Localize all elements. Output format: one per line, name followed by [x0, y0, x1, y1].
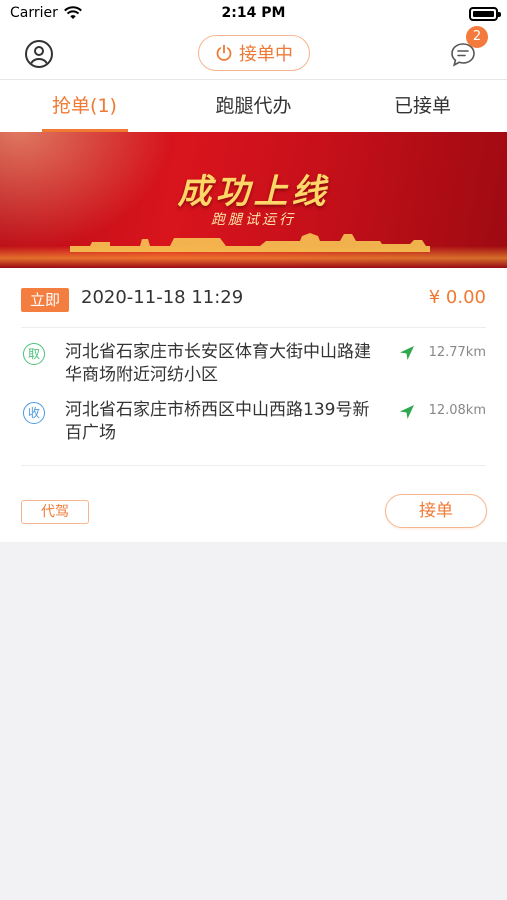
- order-price: ¥ 0.00: [428, 287, 486, 308]
- tab-errands[interactable]: 跑腿代办: [169, 80, 338, 132]
- divider: [21, 327, 486, 328]
- tab-label: 跑腿代办: [215, 95, 292, 117]
- dropoff-distance: 12.08km: [428, 403, 486, 418]
- dropoff-badge: 收: [23, 402, 45, 424]
- banner-subtitle: 跑腿试运行: [211, 212, 296, 228]
- work-status-toggle[interactable]: 接单中: [198, 35, 310, 71]
- navigation-arrow-icon[interactable]: [397, 402, 417, 422]
- pickup-address: 河北省石家庄市长安区体育大街中山路建华商场附近河纺小区: [65, 342, 371, 385]
- user-icon[interactable]: [25, 40, 53, 68]
- service-type-tag: 代驾: [21, 500, 89, 524]
- power-icon: [216, 44, 232, 61]
- tab-label: 抢单(1): [52, 95, 117, 117]
- clock: 2:14 PM: [221, 5, 286, 21]
- nav-bar: 接单中 2: [0, 26, 507, 80]
- order-tabs: 抢单(1) 跑腿代办 已接单: [0, 80, 507, 132]
- work-status-label: 接单中: [239, 44, 293, 65]
- tab-label: 已接单: [393, 95, 451, 117]
- timing-tag: 立即: [21, 288, 69, 312]
- tab-grab-orders[interactable]: 抢单(1): [0, 80, 169, 132]
- battery-icon: [469, 7, 501, 21]
- tab-accepted[interactable]: 已接单: [338, 80, 507, 132]
- promo-banner[interactable]: 成功上线 跑腿试运行: [0, 132, 507, 268]
- navigation-arrow-icon[interactable]: [397, 343, 417, 363]
- dropoff-address: 河北省石家庄市桥西区中山西路139号新百广场: [65, 400, 370, 443]
- banner-title: 成功上线: [177, 172, 330, 212]
- order-time: 2020-11-18 11:29: [81, 287, 244, 308]
- status-bar: Carrier 2:14 PM: [0, 0, 507, 28]
- pickup-badge: 取: [23, 343, 45, 365]
- divider: [21, 465, 486, 466]
- order-card[interactable]: 立即 2020-11-18 11:29 ¥ 0.00 取 河北省石家庄市长安区体…: [0, 268, 507, 542]
- city-skyline-graphic: [70, 233, 430, 252]
- pickup-distance: 12.77km: [428, 345, 486, 360]
- accept-order-button[interactable]: 接单: [385, 494, 487, 528]
- message-count-badge: 2: [466, 26, 488, 48]
